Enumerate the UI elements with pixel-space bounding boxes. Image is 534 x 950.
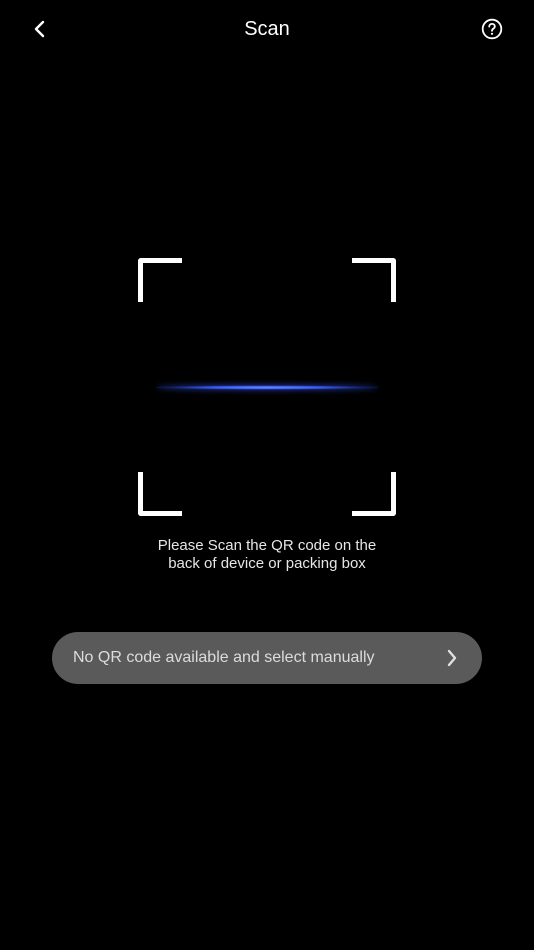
scan-line bbox=[156, 385, 378, 390]
frame-corner-top-left bbox=[138, 258, 182, 302]
page-title: Scan bbox=[244, 18, 290, 40]
chevron-right-icon bbox=[442, 648, 462, 668]
instruction-line-1: Please Scan the QR code on the bbox=[157, 537, 377, 554]
question-circle-icon bbox=[481, 18, 503, 40]
back-button[interactable] bbox=[22, 11, 58, 47]
select-manually-label: No QR code available and select manually bbox=[73, 649, 375, 666]
frame-corner-bottom-left bbox=[138, 472, 182, 516]
select-manually-button[interactable]: No QR code available and select manually bbox=[52, 632, 482, 684]
instruction-line-2: back of device or packing box bbox=[168, 555, 366, 572]
scan-instruction: Please Scan the QR code on the back of d… bbox=[100, 537, 434, 573]
chevron-left-icon bbox=[34, 20, 45, 38]
frame-corner-top-right bbox=[352, 258, 396, 302]
frame-corner-bottom-right bbox=[352, 472, 396, 516]
help-button[interactable] bbox=[474, 11, 510, 47]
scan-frame bbox=[138, 258, 396, 516]
top-bar: Scan bbox=[0, 0, 534, 58]
